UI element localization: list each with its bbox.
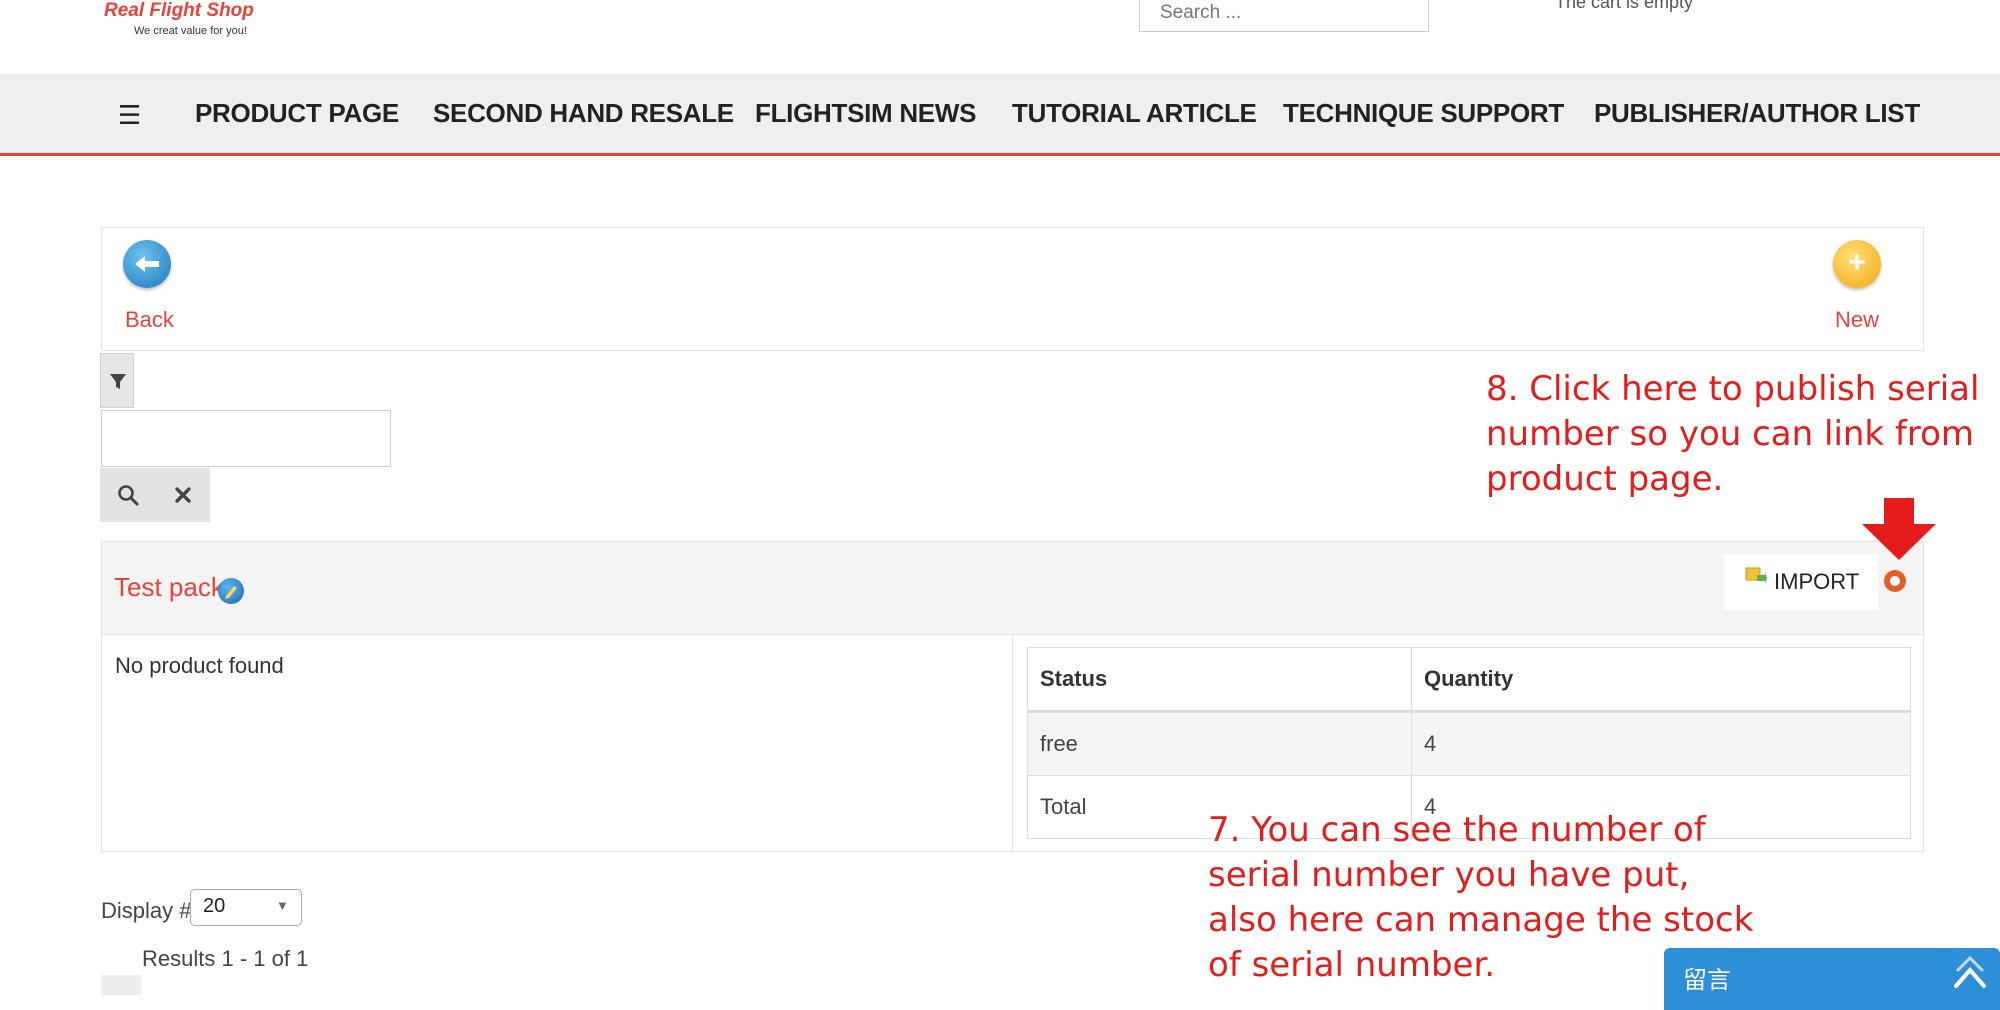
nav-item-technique-support[interactable]: TECHNIQUE SUPPORT <box>1283 98 1564 129</box>
table-cell-quantity: 4 <box>1411 711 1911 776</box>
pack-panel-header <box>101 541 1924 635</box>
annotation-step-7-line: serial number you have put, <box>1208 855 1690 895</box>
annotation-step-8: 8. Click here to publish serial number s… <box>1486 367 1979 502</box>
nav-item-tutorial-article[interactable]: TUTORIAL ARTICLE <box>1012 98 1257 129</box>
table-cell-status: free <box>1027 711 1412 776</box>
no-product-message: No product found <box>115 653 284 678</box>
filter-button-group <box>100 468 210 522</box>
column-header-quantity: Quantity <box>1411 647 1911 713</box>
nav-item-product-page[interactable]: PRODUCT PAGE <box>195 98 399 129</box>
search-icon <box>117 485 138 506</box>
filter-search-field[interactable] <box>101 410 391 467</box>
annotation-step-7-line: also here can manage the stock <box>1208 900 1754 940</box>
new-button-label[interactable]: New <box>1835 307 1879 333</box>
annotation-step-7-line: 7. You can see the number of <box>1208 810 1706 850</box>
site-logo-title[interactable]: Real Flight Shop <box>104 0 254 22</box>
pack-title-link[interactable]: Test pack <box>114 572 224 603</box>
chevron-up-icon[interactable] <box>1950 952 1990 992</box>
filter-toggle-button[interactable] <box>100 353 134 408</box>
pencil-glyph <box>225 586 237 599</box>
filter-search-button[interactable] <box>100 468 155 522</box>
list-toolbar <box>101 227 1924 351</box>
display-count-label: Display # <box>101 898 192 923</box>
hamburger-icon[interactable]: ☰ <box>118 100 141 131</box>
annotation-step-8-line: number so you can link from <box>1486 414 1975 454</box>
back-arrow-icon[interactable] <box>123 240 171 288</box>
plus-glyph: + <box>1848 246 1866 279</box>
filter-icon <box>110 374 126 389</box>
site-search-box[interactable] <box>1139 0 1429 32</box>
panel-divider <box>1012 634 1013 852</box>
import-icon <box>1745 567 1767 584</box>
nav-item-flightsim-news[interactable]: FLIGHTSIM NEWS <box>755 98 976 129</box>
nav-item-second-hand-resale[interactable]: SECOND HAND RESALE <box>433 98 734 129</box>
site-search-input[interactable] <box>1140 0 1428 31</box>
annotation-step-8-line: product page. <box>1486 459 1724 499</box>
back-arrow-glyph <box>135 256 159 272</box>
filter-clear-button[interactable] <box>155 468 210 522</box>
footer-placeholder <box>101 975 141 995</box>
edit-pencil-icon[interactable] <box>218 578 244 604</box>
close-icon <box>174 487 191 503</box>
chat-widget-label[interactable]: 留言 <box>1683 960 1731 995</box>
chevron-down-icon[interactable]: ▼ <box>276 898 289 913</box>
import-button-label[interactable]: IMPORT <box>1774 569 1859 595</box>
nav-item-publisher-author-list[interactable]: PUBLISHER/AUTHOR LIST <box>1594 98 1920 129</box>
publish-toggle-icon[interactable] <box>1884 570 1906 592</box>
annotation-step-8-line: 8. Click here to publish serial <box>1486 369 1980 409</box>
red-arrow-down-icon <box>1862 498 1936 560</box>
back-button-label[interactable]: Back <box>125 307 174 333</box>
results-counter: Results 1 - 1 of 1 <box>142 946 309 971</box>
cart-status: The cart is empty <box>1555 0 1694 12</box>
table-row: free 4 <box>1027 711 1911 776</box>
column-header-status: Status <box>1027 647 1412 713</box>
add-icon[interactable]: + <box>1833 240 1881 288</box>
site-logo-tagline: We creat value for you! <box>134 25 247 37</box>
table-header-row: Status Quantity <box>1027 647 1911 713</box>
